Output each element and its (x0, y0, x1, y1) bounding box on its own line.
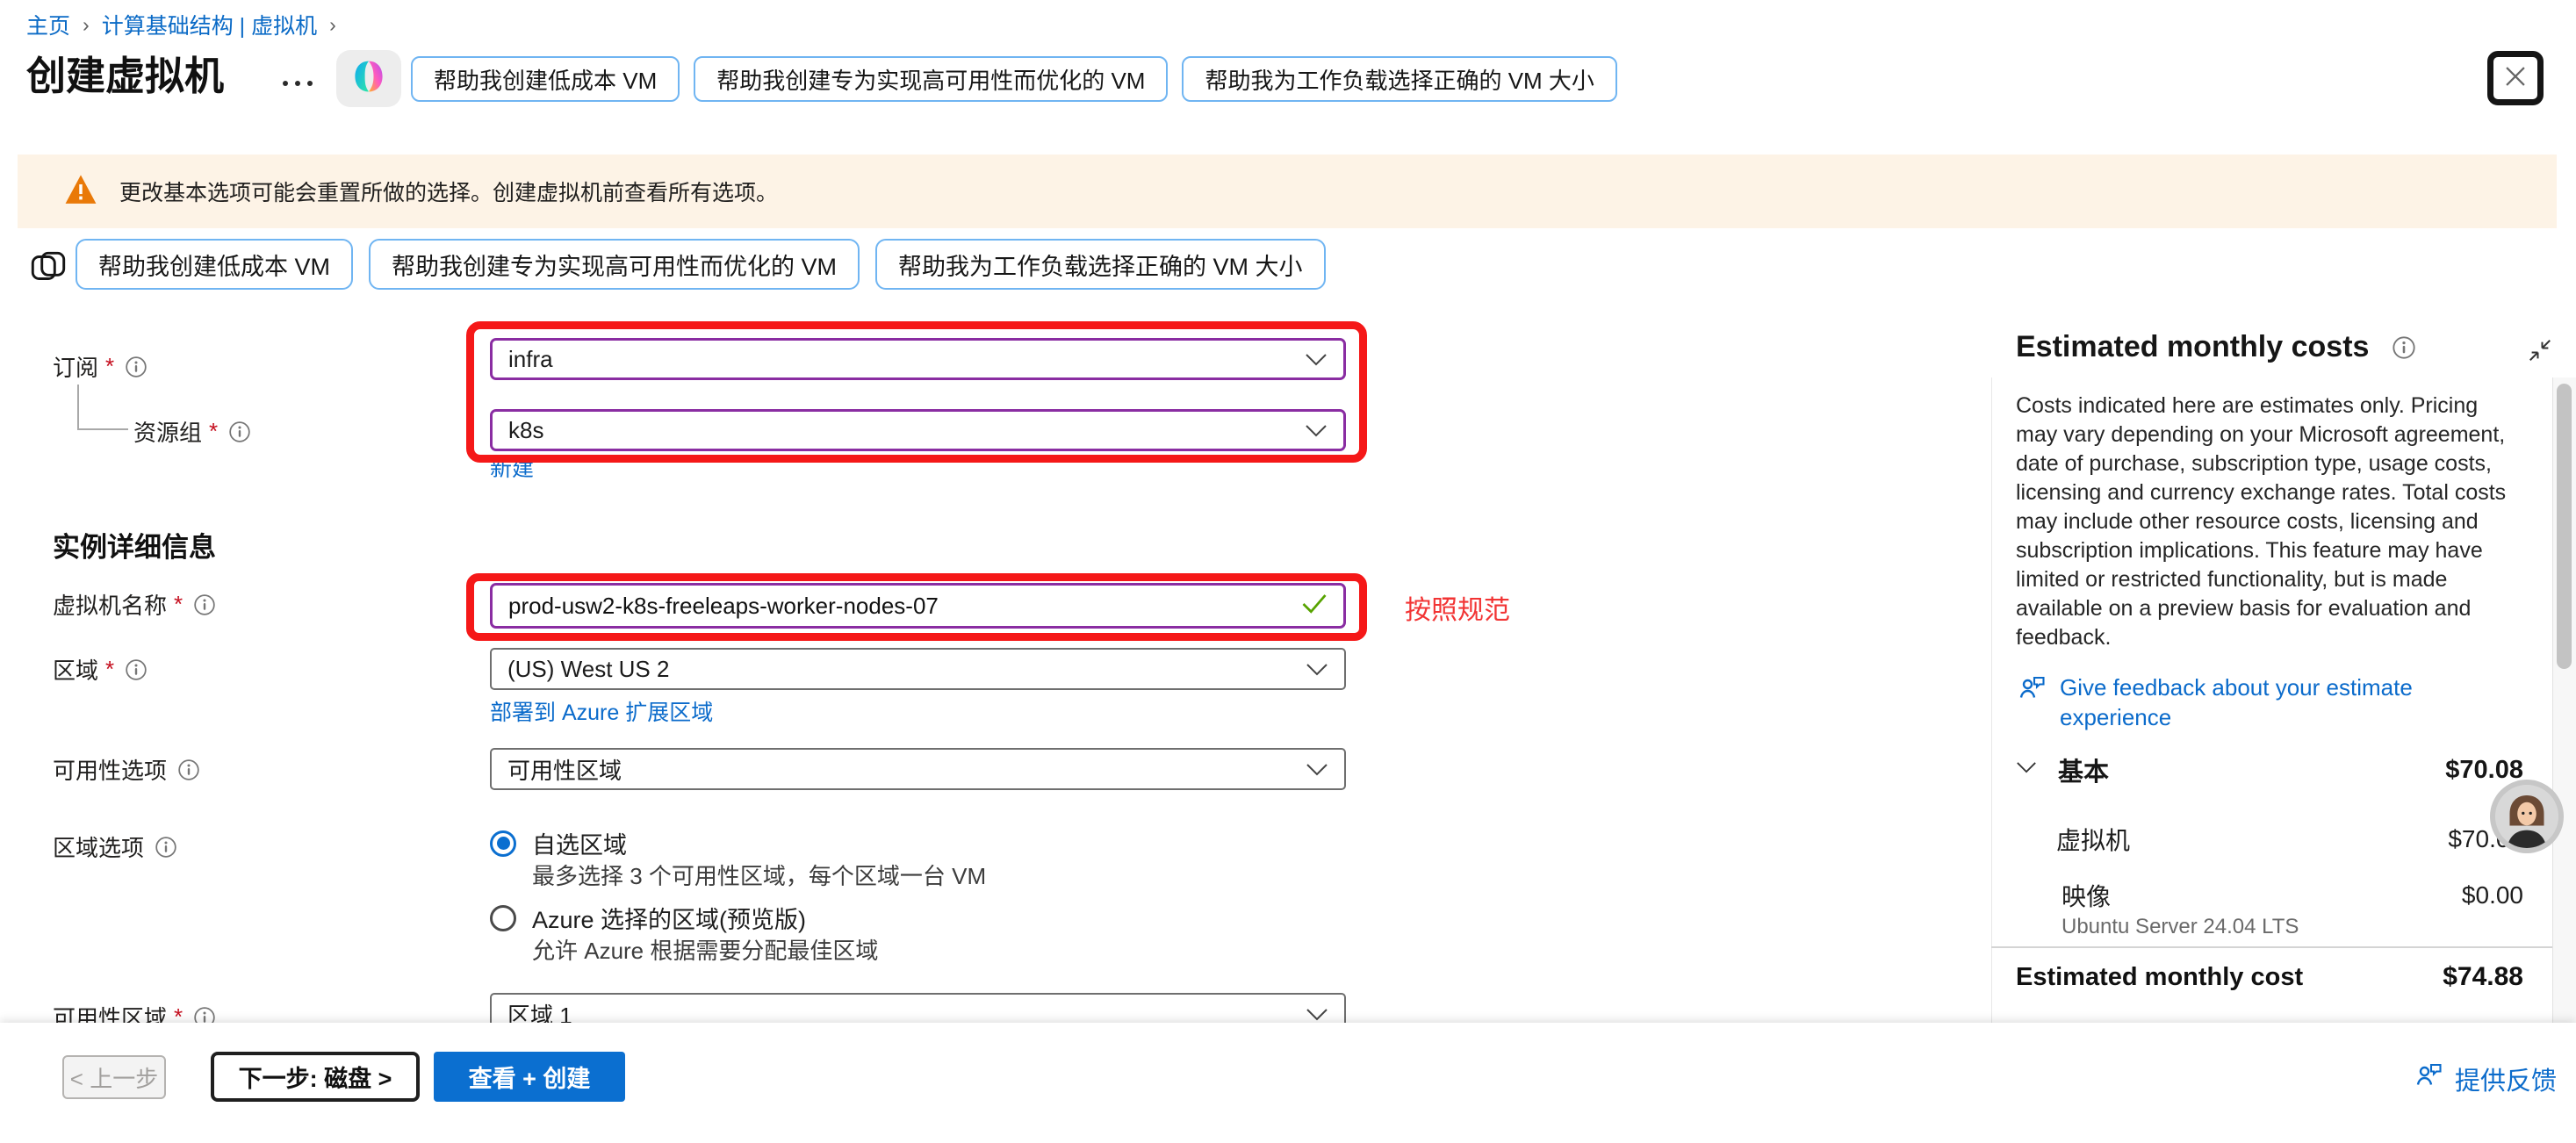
radio-selected-icon (490, 830, 516, 857)
instance-details-heading: 实例详细信息 (53, 525, 216, 564)
breadcrumb-separator: › (329, 13, 336, 37)
annotation-text: 按照规范 (1405, 588, 1510, 627)
cost-item-image: 映像 $0.00 (2062, 878, 2523, 913)
create-vm-page: 主页 › 计算基础结构 | 虚拟机 › 创建虚拟机 帮助我创建低成本 VM 帮助… (0, 0, 2576, 1143)
scrollbar-thumb[interactable] (2557, 384, 2572, 669)
info-icon[interactable] (177, 758, 200, 781)
copilot-button[interactable] (336, 50, 401, 107)
info-icon[interactable] (125, 356, 148, 378)
chevron-down-icon (1306, 756, 1328, 783)
chevron-down-icon (1305, 417, 1328, 444)
close-button[interactable] (2487, 51, 2544, 105)
next-disks-button[interactable]: 下一步: 磁盘 > (211, 1052, 420, 1102)
zone-option-self-select-radio[interactable]: 自选区域 (490, 826, 627, 860)
deploy-extended-zone-link[interactable]: 部署到 Azure 扩展区域 (490, 695, 713, 727)
region-label: 区域 * (53, 653, 148, 686)
warning-icon (63, 173, 98, 211)
region-select[interactable]: (US) West US 2 (490, 648, 1346, 690)
info-icon[interactable] (2392, 335, 2416, 360)
review-create-button[interactable]: 查看 + 创建 (434, 1052, 625, 1102)
cost-item-vm: 虚拟机 $70.08 (2056, 822, 2523, 857)
collapse-panel-icon[interactable] (2527, 337, 2553, 368)
footer-bar: < 上一步 下一步: 磁盘 > 查看 + 创建 提供反馈 (0, 1023, 2576, 1143)
info-icon[interactable] (228, 421, 251, 443)
resource-group-label: 资源组 * (133, 415, 251, 448)
zone-options-label: 区域选项 (53, 830, 177, 863)
close-icon (2500, 61, 2530, 96)
copilot-suggestions-row: 帮助我创建低成本 VM 帮助我创建专为实现高可用性而优化的 VM 帮助我为工作负… (76, 239, 1326, 290)
divider (1991, 946, 2553, 948)
chevron-down-icon (1305, 346, 1328, 373)
cost-panel-description: Costs indicated here are estimates only.… (2016, 392, 2513, 652)
info-icon[interactable] (155, 836, 177, 859)
tree-connector (77, 428, 128, 430)
resource-group-select[interactable]: k8s (490, 409, 1346, 451)
give-feedback-link[interactable]: 提供反馈 (2413, 1060, 2557, 1098)
info-icon[interactable] (125, 658, 148, 681)
zone-option-azure-select-radio[interactable]: Azure 选择的区域(预览版) (490, 901, 806, 935)
subscription-label: 订阅 * (53, 350, 148, 383)
breadcrumb-section[interactable]: 计算基础结构 | 虚拟机 (102, 9, 317, 40)
cost-item-image-detail: Ubuntu Server 24.04 LTS (2062, 915, 2299, 939)
cost-total-row: Estimated monthly cost $74.88 (2016, 962, 2523, 992)
copilot-icon (349, 57, 388, 100)
feedback-icon (2016, 672, 2047, 732)
warning-text: 更改基本选项可能会重置所做的选择。创建虚拟机前查看所有选项。 (119, 176, 778, 207)
breadcrumb-home[interactable]: 主页 (26, 9, 70, 40)
chevron-down-icon (2016, 761, 2037, 779)
assist-vm-size-button[interactable]: 帮助我为工作负载选择正确的 VM 大小 (1182, 56, 1616, 102)
tree-connector (77, 385, 79, 430)
assist-low-cost-button[interactable]: 帮助我创建低成本 VM (411, 56, 680, 102)
copilot-outline-icon (26, 246, 70, 294)
assist-vm-size-button[interactable]: 帮助我为工作负载选择正确的 VM 大小 (875, 239, 1326, 290)
subscription-select[interactable]: infra (490, 338, 1346, 380)
cost-panel-title: Estimated monthly costs (2016, 330, 2416, 364)
previous-button: < 上一步 (62, 1055, 166, 1099)
cost-group-basic[interactable]: 基本 $70.08 (2016, 751, 2523, 788)
breadcrumb: 主页 › 计算基础结构 | 虚拟机 › (26, 9, 336, 40)
page-title: 创建虚拟机 (26, 44, 224, 101)
copilot-suggestions-top: 帮助我创建低成本 VM 帮助我创建专为实现高可用性而优化的 VM 帮助我为工作负… (411, 56, 1617, 102)
create-new-resource-group-link[interactable]: 新建 (490, 451, 534, 483)
assist-high-availability-button[interactable]: 帮助我创建专为实现高可用性而优化的 VM (694, 56, 1168, 102)
panel-divider (1991, 377, 1992, 1023)
vm-name-input[interactable] (508, 593, 1301, 620)
availability-options-select[interactable]: 可用性区域 (490, 748, 1346, 790)
feedback-icon (2413, 1060, 2444, 1098)
assist-low-cost-button[interactable]: 帮助我创建低成本 VM (76, 239, 353, 290)
estimate-feedback-link[interactable]: Give feedback about your estimate experi… (2016, 672, 2504, 732)
breadcrumb-separator: › (83, 13, 90, 37)
vm-name-field (490, 583, 1346, 629)
zone-option-description: 最多选择 3 个可用性区域，每个区域一台 VM (532, 859, 986, 891)
zone-option-description: 允许 Azure 根据需要分配最佳区域 (532, 933, 878, 966)
assist-high-availability-button[interactable]: 帮助我创建专为实现高可用性而优化的 VM (369, 239, 860, 290)
info-icon[interactable] (193, 593, 216, 616)
availability-options-label: 可用性选项 (53, 753, 200, 786)
warning-banner: 更改基本选项可能会重置所做的选择。创建虚拟机前查看所有选项。 (18, 155, 2557, 228)
more-menu-icon[interactable] (283, 81, 313, 86)
radio-unselected-icon (490, 905, 516, 931)
avatar[interactable] (2490, 780, 2564, 853)
vm-name-label: 虚拟机名称 * (53, 588, 216, 621)
chevron-down-icon (1306, 656, 1328, 683)
valid-check-icon (1301, 593, 1328, 620)
